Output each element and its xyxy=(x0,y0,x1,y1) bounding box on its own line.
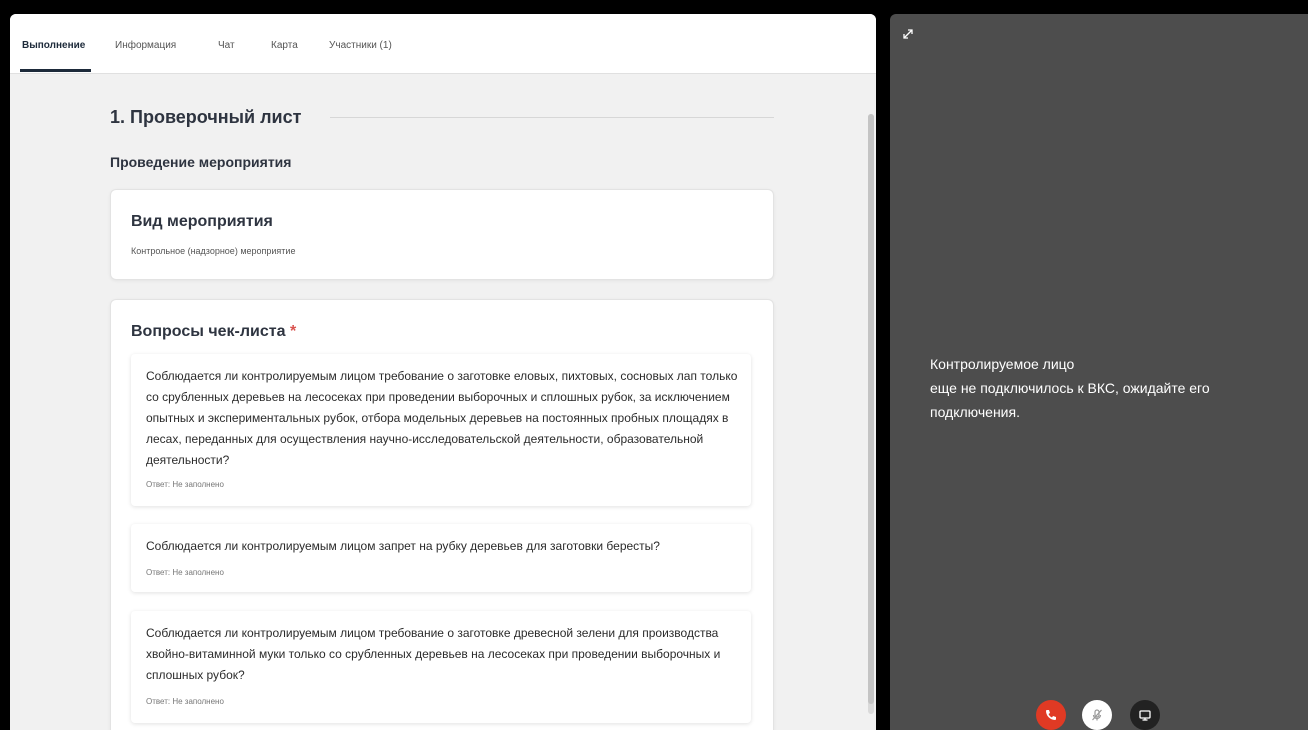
video-call-panel: Контролируемое лицо еще не подключилось … xyxy=(890,14,1308,730)
hangup-button[interactable] xyxy=(1036,700,1066,730)
expand-icon[interactable] xyxy=(902,28,914,40)
question-answer-status: Ответ: Не заполнено xyxy=(146,697,224,706)
section-title: 1. Проверочный лист xyxy=(110,107,302,127)
question-text: Соблюдается ли контролируемым лицом треб… xyxy=(146,369,738,467)
checklist-questions-title-text: Вопросы чек-листа xyxy=(131,323,286,340)
question-item-3[interactable]: Соблюдается ли контролируемым лицом треб… xyxy=(131,611,751,723)
tab-participants[interactable]: Участники (1) xyxy=(329,40,392,51)
call-controls xyxy=(1036,700,1166,730)
scrollbar-thumb[interactable] xyxy=(868,114,874,704)
question-answer-status: Ответ: Не заполнено xyxy=(146,568,224,577)
question-text: Соблюдается ли контролируемым лицом треб… xyxy=(146,626,721,682)
tab-content: 1. Проверочный лист Проведение мероприят… xyxy=(10,74,876,730)
question-answer-status: Ответ: Не заполнено xyxy=(146,480,224,489)
active-tab-indicator xyxy=(20,69,91,72)
screen-share-icon xyxy=(1139,710,1151,721)
checklist-questions-title: Вопросы чек-листа * xyxy=(131,323,296,341)
waiting-status-message: Контролируемое лицо еще не подключилось … xyxy=(930,352,1290,424)
event-type-value: Контрольное (надзорное) мероприятие xyxy=(131,246,296,256)
microphone-muted-icon xyxy=(1092,709,1102,721)
required-mark: * xyxy=(289,323,297,340)
screen-share-button[interactable] xyxy=(1130,700,1160,730)
subsection-title: Проведение мероприятия xyxy=(110,154,292,170)
question-item-1[interactable]: Соблюдается ли контролируемым лицом треб… xyxy=(131,354,751,506)
tab-chat[interactable]: Чат xyxy=(218,40,235,51)
phone-hangup-icon xyxy=(1046,710,1056,720)
waiting-status-line-2: еще не подключилось к ВКС, ожидайте его … xyxy=(930,380,1210,420)
mute-microphone-button[interactable] xyxy=(1082,700,1112,730)
event-type-card: Вид мероприятия Контрольное (надзорное) … xyxy=(110,189,774,280)
question-text: Соблюдается ли контролируемым лицом запр… xyxy=(146,539,660,553)
question-item-2[interactable]: Соблюдается ли контролируемым лицом запр… xyxy=(131,524,751,592)
tab-bar: Выполнение Информация Чат Карта Участник… xyxy=(10,14,876,74)
waiting-status-line-1: Контролируемое лицо xyxy=(930,356,1075,372)
tab-information[interactable]: Информация xyxy=(115,40,176,51)
checklist-questions-card: Вопросы чек-листа * Соблюдается ли контр… xyxy=(110,299,774,730)
checklist-panel: Выполнение Информация Чат Карта Участник… xyxy=(10,14,876,730)
event-type-title: Вид мероприятия xyxy=(131,213,273,230)
section-divider xyxy=(330,117,774,118)
tab-map[interactable]: Карта xyxy=(271,40,298,51)
tab-execution[interactable]: Выполнение xyxy=(22,40,85,51)
